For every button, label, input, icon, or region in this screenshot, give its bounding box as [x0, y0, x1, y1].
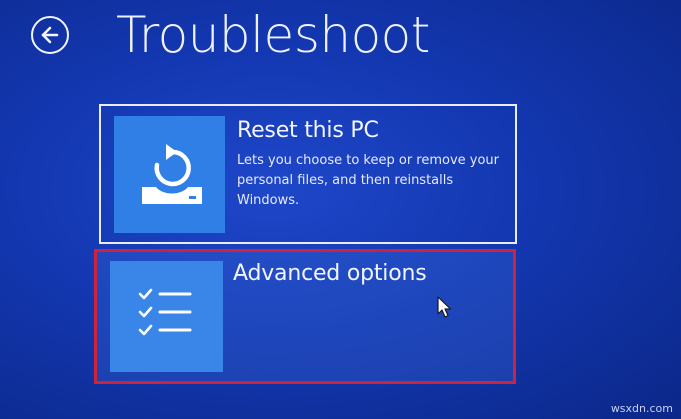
back-arrow-icon: [41, 26, 59, 44]
watermark: wsxdn.com: [610, 402, 673, 415]
reset-this-pc-description: Lets you choose to keep or remove your p…: [237, 153, 500, 208]
page-title: Troubleshoot: [116, 6, 430, 64]
reset-pc-icon: [142, 144, 202, 204]
reset-pc-tile: [114, 116, 225, 233]
checklist-icon: [138, 288, 192, 336]
advanced-options-title: Advanced options: [233, 261, 427, 286]
back-button[interactable]: [31, 16, 69, 54]
reset-this-pc-option[interactable]: Reset this PC Lets you choose to keep or…: [99, 104, 517, 244]
advanced-options-tile: [110, 261, 223, 372]
mouse-pointer-icon: [437, 296, 452, 318]
reset-this-pc-title: Reset this PC: [237, 118, 379, 143]
